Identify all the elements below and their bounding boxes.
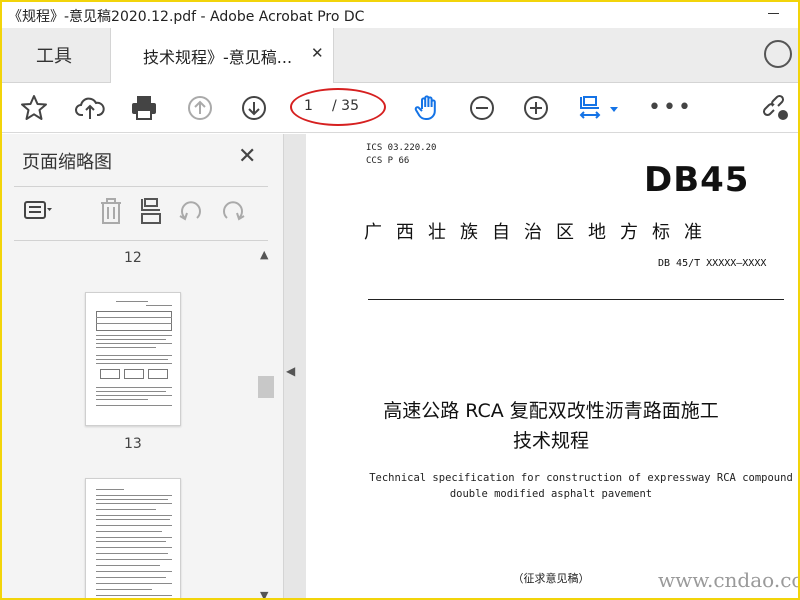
delete-icon[interactable] <box>96 196 126 226</box>
english-title-line2: double modified asphalt pavement <box>449 488 653 500</box>
page-label: 12 <box>124 250 142 266</box>
tab-document-label: 技术规程》-意见稿... <box>143 48 293 67</box>
standard-mark: DB45 <box>644 160 750 200</box>
scrollbar-thumb[interactable] <box>258 376 274 398</box>
main-toolbar: 1 / 35 ••• <box>2 83 798 133</box>
page-thumbnail[interactable] <box>85 292 181 426</box>
document-title-line2: 技术规程 <box>512 430 589 452</box>
english-title-line1: Technical specification for construction… <box>369 472 793 484</box>
tab-tools-label: 工具 <box>36 46 72 67</box>
minimize-button[interactable] <box>766 4 782 20</box>
app-window: 《规程》-意见稿2020.12.pdf - Adobe Acrobat Pro … <box>0 0 800 600</box>
help-icon[interactable] <box>764 40 792 68</box>
region-title: 广西壮族自治区地方标准 <box>364 222 716 243</box>
share-link-icon[interactable] <box>760 92 792 124</box>
document-ics: ICS 03.220.20 CCS P 66 <box>366 143 437 166</box>
upload-icon[interactable] <box>74 92 106 124</box>
zoom-in-icon[interactable] <box>520 92 552 124</box>
scroll-up-icon[interactable]: ▲ <box>260 248 268 261</box>
divider <box>14 240 268 241</box>
fit-page-dropdown-icon[interactable] <box>610 107 618 112</box>
document-page: ICS 03.220.20 CCS P 66 DB45 广西壮族自治区地方标准 … <box>306 134 798 598</box>
more-icon[interactable]: ••• <box>648 95 693 120</box>
page-label: 13 <box>124 436 142 452</box>
thumbnail-scrollbar[interactable]: ▲ ▼ <box>258 248 274 598</box>
star-icon[interactable] <box>18 92 50 124</box>
document-title-line1: 高速公路 RCA 复配双改性沥青路面施工 <box>383 400 719 422</box>
collapse-panel-icon[interactable]: ◀ <box>286 364 295 378</box>
page-thumbnail[interactable] <box>85 478 181 598</box>
rotate-left-icon[interactable] <box>176 196 206 226</box>
header-rule <box>368 299 784 300</box>
scroll-down-icon[interactable]: ▼ <box>260 589 268 598</box>
hand-icon[interactable] <box>412 92 444 124</box>
panel-toolbar <box>22 196 272 230</box>
panel-title: 页面缩略图 <box>22 152 112 173</box>
insert-page-icon[interactable] <box>136 196 166 226</box>
tab-tools[interactable]: 工具 <box>2 28 110 82</box>
zoom-out-icon[interactable] <box>466 92 498 124</box>
window-title: 《规程》-意见稿2020.12.pdf - Adobe Acrobat Pro … <box>8 9 365 25</box>
title-bar: 《规程》-意见稿2020.12.pdf - Adobe Acrobat Pro … <box>2 2 798 28</box>
fit-page-icon[interactable] <box>574 92 606 124</box>
watermark: www.cndao.com <box>658 568 798 592</box>
tab-bar: 工具 技术规程》-意见稿... ✕ <box>2 28 798 83</box>
standard-code: DB 45/T XXXXX—XXXX <box>658 258 767 269</box>
thumbnails-panel: 页面缩略图 ✕ 12 13 ▲ ▼ <box>2 134 284 598</box>
options-menu-icon[interactable] <box>22 196 52 226</box>
page-up-icon[interactable] <box>184 92 216 124</box>
print-icon[interactable] <box>128 92 160 124</box>
divider <box>14 186 268 187</box>
page-down-icon[interactable] <box>238 92 270 124</box>
annotation-circle <box>290 88 386 126</box>
rotate-right-icon[interactable] <box>218 196 248 226</box>
tab-close-icon[interactable]: ✕ <box>311 44 324 62</box>
tab-document[interactable]: 技术规程》-意见稿... ✕ <box>110 28 334 83</box>
panel-close-icon[interactable]: ✕ <box>238 144 256 169</box>
